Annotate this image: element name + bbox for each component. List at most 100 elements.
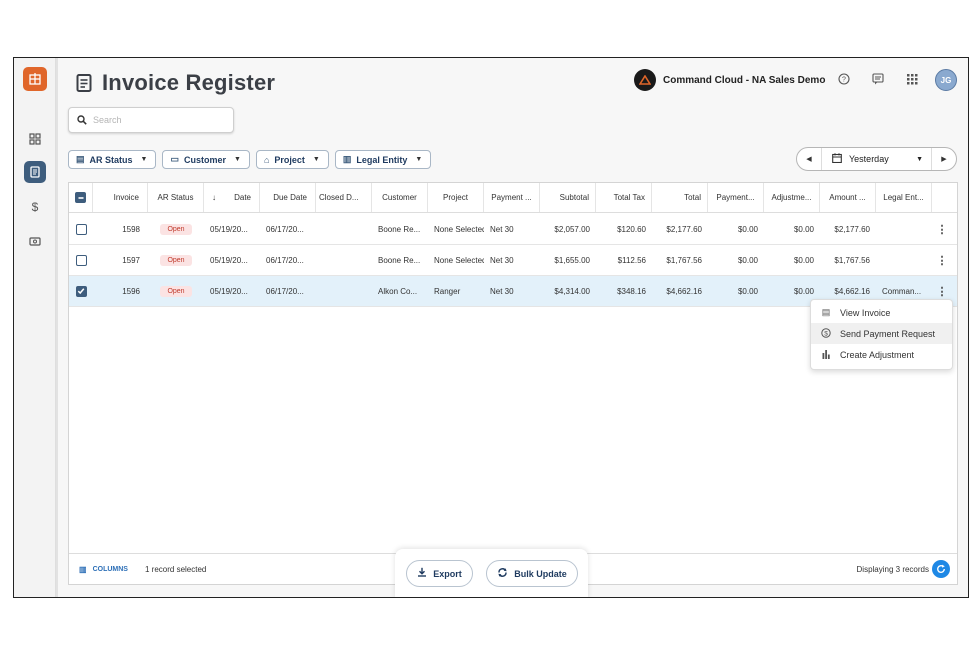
cell-date: 05/19/20...: [210, 255, 248, 265]
calendar-icon: [832, 152, 842, 166]
columns-button[interactable]: ▥ COLUMNS: [79, 554, 128, 584]
brand-logo-icon: [634, 69, 656, 91]
app-logo-icon[interactable]: [23, 67, 47, 91]
menu-item-label: View Invoice: [840, 307, 891, 318]
apps-grid-icon[interactable]: [905, 72, 919, 86]
cell-invoice: 1596: [122, 286, 140, 296]
select-all-checkbox[interactable]: [75, 192, 86, 203]
more-options-icon[interactable]: ⋮: [935, 214, 949, 244]
row-select-cell: [69, 276, 93, 306]
next-date-button[interactable]: ▶: [932, 148, 956, 170]
column-header-customer[interactable]: Customer: [372, 183, 428, 212]
column-header-payment-terms[interactable]: Payment ...: [484, 183, 540, 212]
date-range-label: Yesterday: [849, 154, 889, 164]
filter-legal-entity[interactable]: ▥ Legal Entity ▼: [334, 150, 432, 169]
cell-project: None Selected: [434, 255, 484, 265]
dashboard-icon[interactable]: [24, 128, 46, 150]
filter-customer[interactable]: ▭ Customer ▼: [162, 150, 250, 169]
column-header-total[interactable]: Total: [652, 183, 708, 212]
building-icon: ▥: [342, 154, 352, 164]
chevron-left-icon: ◀: [806, 156, 812, 163]
column-header-legal-entity[interactable]: Legal Ent...: [876, 183, 932, 212]
cell-subtotal: $4,314.00: [554, 286, 590, 296]
cell-legal-entity: [876, 214, 932, 244]
cell-legal-entity: [876, 245, 932, 275]
column-header-total-tax[interactable]: Total Tax: [596, 183, 652, 212]
home-icon: ⌂: [263, 154, 270, 165]
payments-icon[interactable]: [24, 230, 46, 252]
cell-subtotal: $2,057.00: [554, 224, 590, 234]
date-range-select[interactable]: Yesterday ▼: [821, 148, 932, 170]
row-checkbox[interactable]: [75, 285, 87, 297]
brand-switcher[interactable]: Command Cloud - NA Sales Demo: [634, 69, 825, 91]
rail-divider: [56, 58, 58, 597]
chevron-down-icon: ▼: [415, 156, 423, 163]
select-all-cell: [69, 183, 93, 212]
sort-descending-icon: ↓: [212, 193, 216, 202]
filter-label: AR Status: [89, 154, 133, 165]
dollar-circle-icon: $: [820, 327, 832, 340]
bulk-update-button[interactable]: Bulk Update: [486, 560, 578, 587]
help-icon[interactable]: ?: [837, 72, 851, 86]
invoice-icon[interactable]: [24, 161, 46, 183]
refresh-icon[interactable]: [932, 560, 950, 578]
avatar[interactable]: JG: [935, 69, 957, 91]
chevron-down-icon: ▼: [140, 156, 148, 163]
cell-payments: $0.00: [737, 224, 758, 234]
row-select-cell: [69, 245, 93, 275]
cell-invoice: 1597: [122, 255, 140, 265]
cell-payments: $0.00: [737, 286, 758, 296]
search-box[interactable]: [68, 107, 234, 133]
status-badge: Open: [160, 285, 192, 297]
row-checkbox[interactable]: [75, 223, 87, 235]
cell-date: 05/19/20...: [210, 224, 248, 234]
table-row[interactable]: 1598 Open 05/19/20... 06/17/20... Boone …: [69, 214, 957, 245]
cell-date: 05/19/20...: [210, 286, 248, 296]
row-checkbox[interactable]: [75, 254, 87, 266]
chevron-right-icon: ▶: [941, 156, 947, 163]
column-header-closed-date[interactable]: Closed D...: [316, 183, 372, 212]
messages-icon[interactable]: [871, 72, 885, 86]
chevron-down-icon: ▼: [312, 156, 320, 163]
menu-item-send-payment-request[interactable]: $ Send Payment Request: [811, 323, 952, 344]
cell-closed-date: [316, 214, 372, 244]
document-icon: ▤: [821, 307, 831, 317]
cell-adjustments: $0.00: [793, 224, 814, 234]
filter-project[interactable]: ⌂ Project ▼: [255, 150, 329, 169]
menu-item-view-invoice[interactable]: ▤ View Invoice: [811, 302, 952, 323]
cell-total-tax: $348.16: [617, 286, 646, 296]
dollar-icon[interactable]: $: [24, 196, 46, 218]
row-context-menu: ▤ View Invoice $ Send Payment Request Cr…: [810, 299, 953, 370]
filter-ar-status[interactable]: ▤ AR Status ▼: [68, 150, 157, 169]
column-header-payments[interactable]: Payment...: [708, 183, 764, 212]
status-badge: Open: [160, 254, 192, 266]
download-icon: [417, 567, 427, 580]
menu-item-create-adjustment[interactable]: Create Adjustment: [811, 344, 952, 365]
selection-count: 1 record selected: [145, 564, 207, 574]
column-header-invoice[interactable]: Invoice: [93, 183, 148, 212]
column-header-date[interactable]: ↓ Date: [204, 183, 260, 212]
more-options-icon[interactable]: ⋮: [935, 245, 949, 275]
cell-due-date: 06/17/20...: [266, 255, 304, 265]
cell-due-date: 06/17/20...: [266, 224, 304, 234]
export-button[interactable]: Export: [406, 560, 473, 587]
column-header-due-date[interactable]: Due Date: [260, 183, 316, 212]
cell-total: $1,767.56: [666, 255, 702, 265]
sync-icon: [497, 567, 508, 581]
nav-rail: $: [14, 58, 56, 597]
brand-name: Command Cloud - NA Sales Demo: [663, 74, 826, 86]
column-header-adjustments[interactable]: Adjustme...: [764, 183, 820, 212]
search-input[interactable]: [93, 115, 223, 125]
table-row[interactable]: 1597 Open 05/19/20... 06/17/20... Boone …: [69, 245, 957, 276]
column-header-project[interactable]: Project: [428, 183, 484, 212]
page-header: Invoice Register: [76, 70, 275, 96]
column-header-label: Date: [234, 193, 251, 202]
bulk-action-bar: Export Bulk Update: [395, 549, 588, 597]
bulk-update-label: Bulk Update: [514, 568, 567, 579]
column-header-amount-due[interactable]: Amount ...: [820, 183, 876, 212]
column-header-ar-status[interactable]: AR Status: [148, 183, 204, 212]
previous-date-button[interactable]: ◀: [797, 148, 821, 170]
cell-total: $2,177.60: [666, 224, 702, 234]
column-header-subtotal[interactable]: Subtotal: [540, 183, 596, 212]
columns-icon: ▥: [79, 564, 87, 574]
